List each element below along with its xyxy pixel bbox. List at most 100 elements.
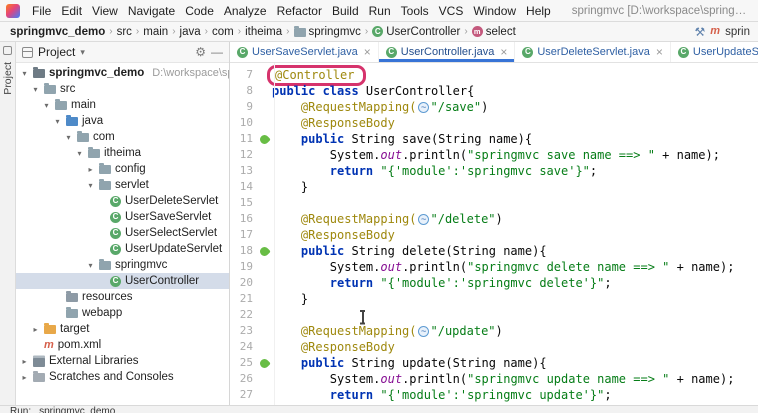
tree-item-main[interactable]: ▾ main	[16, 97, 229, 113]
tree-item-userselectservlet[interactable]: C UserSelectServlet	[16, 225, 229, 241]
code-line-9[interactable]: 9 @RequestMapping("/save")	[230, 99, 758, 116]
code-line-26[interactable]: 26 System.out.println("springmvc update …	[230, 371, 758, 387]
close-icon[interactable]: ×	[656, 46, 663, 58]
tab-usersaveservlet-java[interactable]: C UserSaveServlet.java ×	[230, 42, 379, 62]
menu-refactor[interactable]: Refactor	[272, 3, 327, 19]
menu-analyze[interactable]: Analyze	[219, 3, 272, 19]
chevron-open-icon[interactable]: ▾	[20, 69, 29, 78]
build-hammer-icon[interactable]: ⚒	[695, 25, 706, 39]
code-line-7[interactable]: 7 @Controller	[230, 65, 758, 86]
menu-edit[interactable]: Edit	[56, 3, 87, 19]
code-line-22[interactable]: 22	[230, 307, 758, 323]
chevron-open-icon[interactable]: ▾	[53, 117, 62, 126]
code-line-21[interactable]: 21 }	[230, 291, 758, 307]
breadcrumb-item-main[interactable]: main	[141, 26, 170, 38]
close-icon[interactable]: ×	[364, 46, 371, 58]
tree-item-userdeleteservlet[interactable]: C UserDeleteServlet	[16, 193, 229, 209]
project-tool-icon[interactable]	[22, 46, 33, 58]
menu-window[interactable]: Window	[468, 3, 521, 19]
chevron-open-icon[interactable]: ▾	[75, 149, 84, 158]
tree-item-springmvc-demo[interactable]: ▾ springmvc_demo D:\workspace\springmvc	[16, 65, 229, 81]
url-mapping-icon[interactable]	[417, 100, 429, 116]
url-mapping-icon[interactable]	[417, 212, 429, 228]
tree-item-pom-xml[interactable]: m pom.xml	[16, 337, 229, 353]
chevron-down-icon[interactable]: ▾	[80, 47, 85, 58]
tree-item-target[interactable]: ▸ target	[16, 321, 229, 337]
code-line-11[interactable]: 11 public String save(String name){	[230, 131, 758, 147]
code-line-8[interactable]: 8 public class UserController{	[230, 83, 758, 99]
code-line-25[interactable]: 25 public String update(String name){	[230, 355, 758, 371]
breadcrumb-separator-icon: ›	[204, 26, 208, 37]
menu-view[interactable]: View	[87, 3, 123, 19]
tree-item-webapp[interactable]: webapp	[16, 305, 229, 321]
chevron-open-icon[interactable]: ▾	[64, 133, 73, 142]
code-line-13[interactable]: 13 return "{'module':'springmvc save'}";	[230, 163, 758, 179]
chevron-open-icon[interactable]: ▾	[86, 261, 95, 270]
tree-item-springmvc[interactable]: ▾ springmvc	[16, 257, 229, 273]
code-line-24[interactable]: 24 @ResponseBody	[230, 339, 758, 355]
menu-code[interactable]: Code	[180, 3, 219, 19]
code-line-19[interactable]: 19 System.out.println("springmvc delete …	[230, 259, 758, 275]
chevron-open-icon[interactable]: ▾	[31, 85, 40, 94]
line-number: 11	[239, 132, 253, 145]
tree-item-userupdateservlet[interactable]: C UserUpdateServlet	[16, 241, 229, 257]
hide-panel-icon[interactable]: —	[211, 46, 223, 58]
breadcrumb-item-springmvc-demo[interactable]: springmvc_demo	[8, 26, 107, 38]
code-line-12[interactable]: 12 System.out.println("springmvc save na…	[230, 147, 758, 163]
breadcrumb-item-springmvc[interactable]: springmvc	[292, 25, 363, 38]
close-icon[interactable]: ×	[500, 46, 507, 58]
tree-item-java[interactable]: ▾ java	[16, 113, 229, 129]
code-line-23[interactable]: 23 @RequestMapping("/update")	[230, 323, 758, 340]
code-line-17[interactable]: 17 @ResponseBody	[230, 227, 758, 243]
code-line-14[interactable]: 14 }	[230, 179, 758, 195]
menu-navigate[interactable]: Navigate	[123, 3, 180, 19]
chevron-open-icon[interactable]: ▾	[42, 101, 51, 110]
tab-userdeleteservlet-java[interactable]: C UserDeleteServlet.java ×	[515, 42, 671, 62]
chevron-closed-icon[interactable]: ▸	[20, 373, 29, 382]
tree-item-com[interactable]: ▾ com	[16, 129, 229, 145]
breadcrumb-item-java[interactable]: java	[178, 26, 203, 38]
tree-item-itheima[interactable]: ▾ itheima	[16, 145, 229, 161]
breadcrumb-item-usercontroller[interactable]: C UserController	[370, 26, 462, 38]
tree-item-usercontroller[interactable]: C UserController	[16, 273, 229, 289]
url-mapping-icon[interactable]	[417, 324, 429, 340]
chevron-open-icon[interactable]: ▾	[86, 181, 95, 190]
spring-mapping-gutter-icon[interactable]	[257, 132, 271, 146]
run-config-label[interactable]: sprin	[725, 26, 750, 38]
chevron-closed-icon[interactable]: ▸	[20, 357, 29, 366]
tree-item-usersaveservlet[interactable]: C UserSaveServlet	[16, 209, 229, 225]
spring-mapping-gutter-icon[interactable]	[257, 244, 271, 258]
tree-item-resources[interactable]: resources	[16, 289, 229, 305]
project-panel-title[interactable]: Project	[38, 45, 75, 59]
menu-tools[interactable]: Tools	[396, 3, 434, 19]
code-line-20[interactable]: 20 return "{'module':'springmvc delete'}…	[230, 275, 758, 291]
code-line-10[interactable]: 10 @ResponseBody	[230, 115, 758, 131]
tool-window-stripe-icon[interactable]	[3, 46, 12, 55]
spring-mapping-gutter-icon[interactable]	[257, 356, 271, 370]
code-line-15[interactable]: 15	[230, 195, 758, 211]
tree-item-src[interactable]: ▾ src	[16, 81, 229, 97]
chevron-closed-icon[interactable]: ▸	[31, 325, 40, 334]
breadcrumb-item-com[interactable]: com	[210, 26, 236, 38]
menu-run[interactable]: Run	[364, 3, 396, 19]
menu-vcs[interactable]: VCS	[434, 3, 469, 19]
breadcrumb-item-select[interactable]: m select	[470, 26, 518, 38]
menu-build[interactable]: Build	[327, 3, 364, 19]
editor[interactable]: 7 @Controller 8 public class UserController…	[230, 63, 758, 405]
code-line-16[interactable]: 16 @RequestMapping("/delete")	[230, 211, 758, 228]
breadcrumb-item-itheima[interactable]: itheima	[243, 26, 284, 38]
breadcrumb-item-src[interactable]: src	[115, 26, 134, 38]
tree-item-scratches-and-consoles[interactable]: ▸ Scratches and Consoles	[16, 369, 229, 385]
tree-item-servlet[interactable]: ▾ servlet	[16, 177, 229, 193]
code-line-27[interactable]: 27 return "{'module':'springmvc update'}…	[230, 387, 758, 403]
code-line-18[interactable]: 18 public String delete(String name){	[230, 243, 758, 259]
menu-file[interactable]: File	[27, 3, 56, 19]
project-stripe-label[interactable]: Project	[2, 62, 14, 95]
tab-usercontroller-java[interactable]: C UserController.java ×	[379, 42, 516, 62]
tab-userupdateservlet-java[interactable]: CUserUpdateServlet.java×	[671, 42, 758, 62]
menu-help[interactable]: Help	[521, 3, 556, 19]
chevron-closed-icon[interactable]: ▸	[86, 165, 95, 174]
gear-icon[interactable]: ⚙	[195, 46, 206, 58]
tree-item-config[interactable]: ▸ config	[16, 161, 229, 177]
tree-item-external-libraries[interactable]: ▸ External Libraries	[16, 353, 229, 369]
